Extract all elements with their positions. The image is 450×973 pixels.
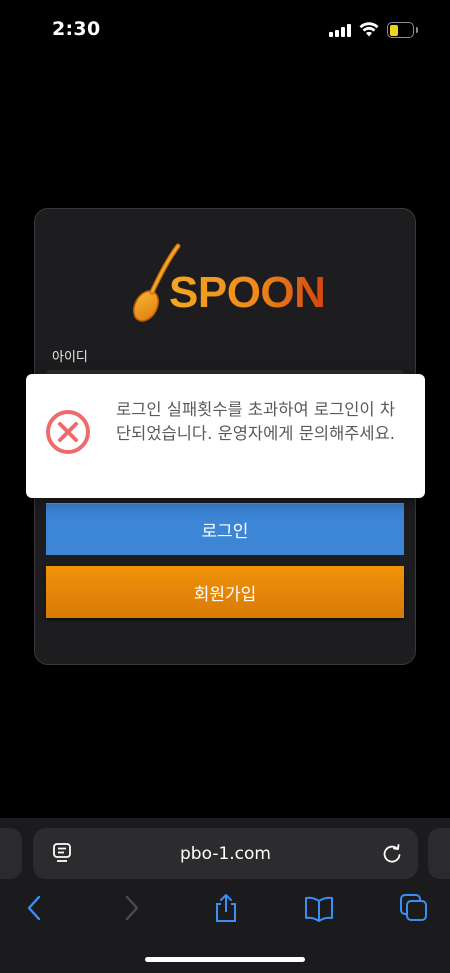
error-alert: 로그인 실패횟수를 초과하여 로그인이 차단되었습니다. 운영자에게 문의해주세… bbox=[26, 374, 425, 498]
status-time: 2:30 bbox=[52, 18, 101, 40]
wifi-icon bbox=[359, 22, 379, 37]
id-label: 아이디 bbox=[52, 350, 88, 365]
address-bar[interactable]: pbo-1.com bbox=[33, 828, 418, 879]
battery-icon bbox=[387, 22, 418, 38]
reload-icon[interactable] bbox=[382, 843, 402, 864]
alert-message: 로그인 실패횟수를 초과하여 로그인이 차단되었습니다. 운영자에게 문의해주세… bbox=[116, 400, 396, 443]
bookmarks-icon[interactable] bbox=[304, 893, 334, 923]
back-icon[interactable] bbox=[20, 893, 50, 923]
share-icon[interactable] bbox=[211, 893, 241, 923]
status-bar: 2:30 bbox=[0, 0, 450, 60]
home-indicator[interactable] bbox=[145, 957, 305, 962]
next-tab-preview[interactable] bbox=[428, 828, 450, 879]
battery-level bbox=[389, 24, 399, 36]
forward-icon[interactable] bbox=[117, 893, 147, 923]
tabs-icon[interactable] bbox=[399, 893, 429, 923]
logo-text: SPOON bbox=[169, 268, 326, 317]
signup-button[interactable]: 회원가입 bbox=[46, 566, 404, 618]
login-button[interactable]: 로그인 bbox=[46, 503, 404, 555]
url-text: pbo-1.com bbox=[180, 844, 271, 864]
previous-tab-preview[interactable] bbox=[0, 828, 22, 879]
error-circle-x-icon bbox=[46, 410, 90, 454]
cellular-signal-icon bbox=[329, 24, 351, 37]
